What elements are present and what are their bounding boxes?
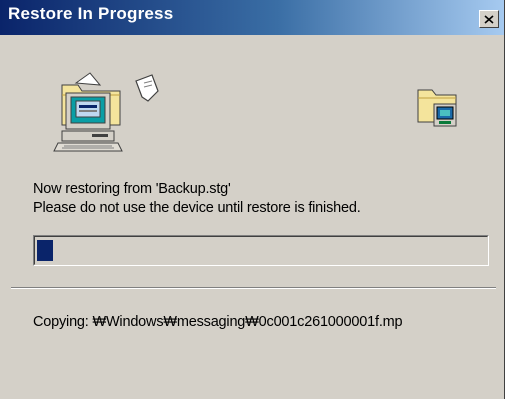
- close-icon: [484, 14, 494, 24]
- close-button[interactable]: [479, 10, 499, 28]
- folder-with-device-icon: [417, 89, 457, 127]
- restore-progress-bar: [33, 235, 489, 266]
- message-line-source: Now restoring from 'Backup.stg': [33, 181, 231, 197]
- dialog-title: Restore In Progress: [8, 4, 174, 23]
- copying-status: Copying: ₩Windows₩messaging₩0c001c261000…: [33, 314, 403, 330]
- progress-fill: [37, 240, 53, 261]
- restore-dialog: Restore In Progress Now restoring from '…: [0, 0, 505, 399]
- title-bar[interactable]: Restore In Progress: [0, 0, 504, 35]
- message-line-warning: Please do not use the device until resto…: [33, 200, 361, 216]
- separator-line: [11, 287, 496, 289]
- computer-with-flying-document-icon: [53, 72, 159, 152]
